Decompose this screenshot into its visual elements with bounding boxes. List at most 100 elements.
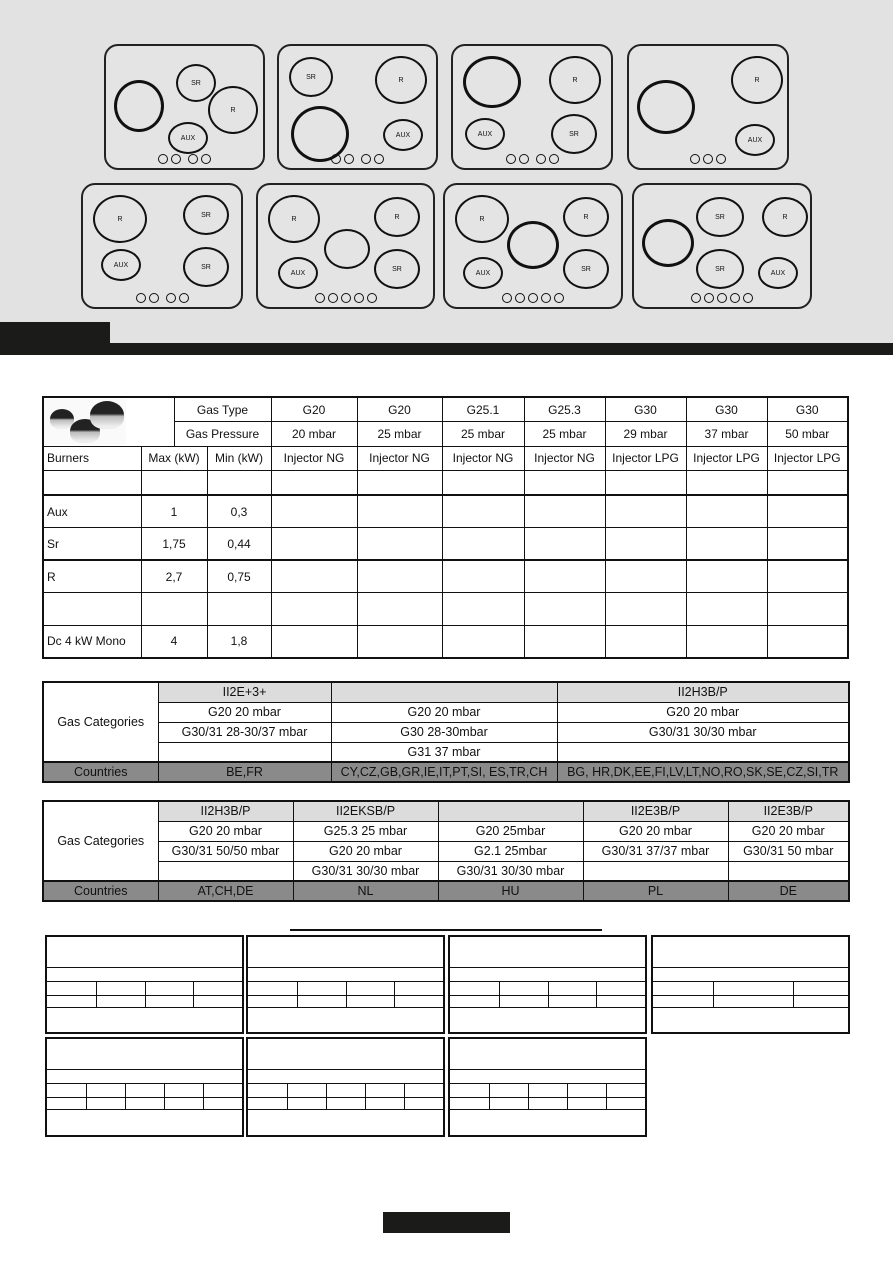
burner-aux: AUX xyxy=(735,124,775,156)
control-knob-icon xyxy=(515,293,525,303)
burner-row: Dc 4 kW Mono 4 1,8 xyxy=(42,624,849,658)
injector-cell xyxy=(604,559,687,593)
burner-row: R 2,7 0,75 xyxy=(42,559,849,593)
control-knob-icon xyxy=(178,293,189,303)
form-column-rule xyxy=(713,981,714,1007)
hob-layout: SR R AUX xyxy=(104,44,265,170)
injector-cell xyxy=(523,559,606,593)
injector-cell xyxy=(356,592,443,626)
injector-cell xyxy=(766,592,849,626)
burner-aux: AUX xyxy=(463,257,503,289)
page-number-badge xyxy=(383,1212,510,1233)
injector-cell xyxy=(270,494,358,528)
gas-spec: G20 20 mbar xyxy=(157,820,294,842)
form-column-rule xyxy=(287,1083,288,1109)
injector-cell xyxy=(441,592,525,626)
burner-max-kw: 4 xyxy=(140,624,208,658)
form-rule xyxy=(450,1109,645,1110)
burner-r: R xyxy=(208,86,258,134)
form-rule xyxy=(47,1097,242,1098)
gas-spec: G25.3 25 mbar xyxy=(292,820,439,842)
injector-cell xyxy=(356,559,443,593)
gas-type-label: Gas Type xyxy=(173,396,272,422)
injector-cell xyxy=(523,592,606,626)
blank-form-box xyxy=(448,935,647,1034)
gas-spec xyxy=(556,741,850,763)
injector-cell xyxy=(766,624,849,658)
injector-cell xyxy=(685,592,768,626)
control-knob-icon xyxy=(158,154,168,164)
hob-layout: R SR AUX SR xyxy=(81,183,243,309)
injector-cell xyxy=(604,494,687,528)
injector-cell xyxy=(356,494,443,528)
gas-pressure: 25 mbar xyxy=(441,421,525,447)
burner-wok xyxy=(642,219,694,267)
control-knob-icon xyxy=(366,293,377,303)
injector-cell xyxy=(441,624,525,658)
injector-cell xyxy=(356,527,443,561)
control-knob-icon xyxy=(171,154,181,164)
countries-list: BE,FR xyxy=(157,761,332,783)
burner-max-kw xyxy=(140,592,208,626)
burner-sr: SR xyxy=(696,197,744,237)
control-knob-icon xyxy=(374,154,384,164)
form-column-rule xyxy=(203,1083,204,1109)
gas-spec: G20 25mbar xyxy=(437,820,584,842)
injector-cell xyxy=(604,624,687,658)
gas-spec: G20 20 mbar xyxy=(727,820,850,842)
burner-name: Sr xyxy=(42,527,142,561)
blank-form-box xyxy=(45,1037,244,1137)
control-knob-icon xyxy=(690,154,700,164)
gas-spec: G30/31 37/37 mbar xyxy=(582,840,729,862)
gas-pressure: 50 mbar xyxy=(766,421,849,447)
form-rule xyxy=(450,1083,645,1084)
burner-max-kw: 2,7 xyxy=(140,559,208,593)
form-rule xyxy=(653,967,848,968)
gas-spec: G20 20 mbar xyxy=(330,701,558,723)
burner-min-kw: 0,75 xyxy=(206,559,272,593)
injector-cell xyxy=(270,559,358,593)
gas-spec: G2.1 25mbar xyxy=(437,840,584,862)
form-column-rule xyxy=(394,981,395,1007)
table-row xyxy=(42,470,849,496)
hob-layout: SR R AUX xyxy=(277,44,438,170)
countries-list: DE xyxy=(727,880,850,902)
control-knob-icon xyxy=(314,293,325,303)
gas-spec: G20 20 mbar xyxy=(292,840,439,862)
burner-image-cell xyxy=(42,396,175,447)
injector-cell xyxy=(441,527,525,561)
form-rule xyxy=(248,1007,443,1008)
countries-list: BG, HR,DK,EE,FI,LV,LT,NO,RO,SK,SE,CZ,SI,… xyxy=(556,761,850,783)
control-knob-icon xyxy=(703,154,713,164)
gas-categories-table-2: Gas Categories II2H3B/P II2EKSB/P II2E3B… xyxy=(42,800,850,902)
control-knob-icon xyxy=(165,293,176,303)
injector-cell xyxy=(685,527,768,561)
form-column-rule xyxy=(326,1083,327,1109)
burner-r: R xyxy=(563,197,609,237)
gas-type: G30 xyxy=(766,396,849,422)
knob-row xyxy=(83,293,241,303)
knob-row xyxy=(445,293,621,303)
gas-type: G30 xyxy=(685,396,768,422)
form-column-rule xyxy=(164,1083,165,1109)
control-knob-icon xyxy=(730,293,740,303)
knob-row xyxy=(279,154,436,164)
injector-header: Injector LPG xyxy=(766,445,849,471)
form-column-rule xyxy=(346,981,347,1007)
gas-pressure: 29 mbar xyxy=(604,421,687,447)
section-divider-bar xyxy=(0,343,893,355)
burner-sr: SR xyxy=(176,64,216,102)
gas-type: G20 xyxy=(270,396,358,422)
gas-pressure: 25 mbar xyxy=(356,421,443,447)
injector-cell xyxy=(356,624,443,658)
burner-aux: AUX xyxy=(168,122,208,154)
form-column-rule xyxy=(193,981,194,1007)
control-knob-icon xyxy=(743,293,753,303)
hob-layout: R AUX xyxy=(627,44,789,170)
control-knob-icon xyxy=(353,293,364,303)
burner-sr: SR xyxy=(289,57,333,97)
form-column-rule xyxy=(793,981,794,1007)
control-knob-icon xyxy=(535,154,546,164)
burner-wok xyxy=(507,221,559,269)
gas-spec xyxy=(582,860,729,882)
